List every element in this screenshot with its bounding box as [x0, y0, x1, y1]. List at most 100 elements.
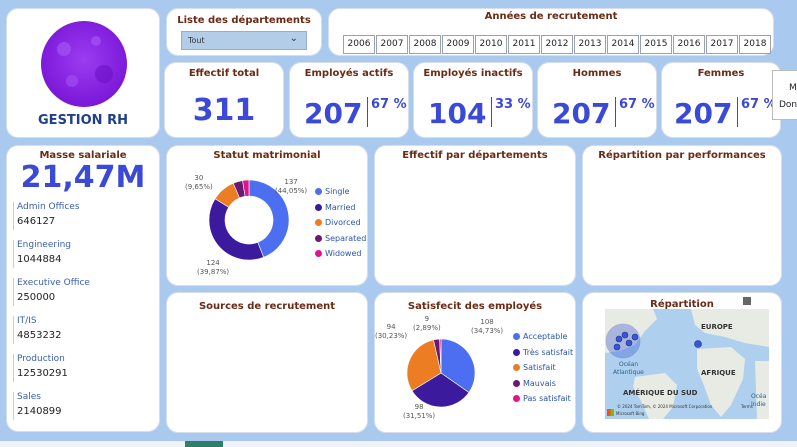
kpi-men-title: Hommes [572, 68, 622, 79]
performance-card: Répartition par performances [582, 145, 782, 286]
kpi-active-title: Employés actifs [304, 68, 394, 79]
kpi-women-title: Femmes [697, 68, 745, 79]
kpi-women-separator [737, 97, 738, 127]
dept-headcount-title: Effectif par départements [402, 150, 548, 161]
kpi-inactive-pct: 33 % [495, 97, 531, 112]
legend-item[interactable]: Divorced [315, 218, 361, 227]
bottom-tab-active[interactable] [185, 441, 223, 447]
kpi-active-pct: 67 % [371, 97, 407, 112]
pie-slice-married[interactable] [208, 198, 264, 261]
year-button-2007[interactable]: 2007 [376, 35, 408, 54]
bottom-strip [0, 441, 797, 447]
legend-dot-icon [513, 364, 520, 371]
pie-data-label-value: 137 [284, 178, 298, 186]
legend-label: Single [325, 187, 350, 196]
legend-item[interactable]: Acceptable [513, 332, 567, 341]
legend-item[interactable]: Separated [315, 234, 366, 243]
legend-label: Pas satisfait [523, 394, 571, 403]
kpi-active-value: 207 [304, 97, 363, 130]
map-label-afrique: AFRIQUE [701, 369, 736, 377]
payroll-item-value: 250000 [17, 292, 56, 303]
pie-data-label-pct: (39,87%) [197, 268, 230, 276]
map-terms-link[interactable]: Terms [741, 404, 753, 409]
payroll-item-value: 2140899 [17, 406, 62, 417]
kpi-inactive-title: Employés inactifs [423, 68, 523, 79]
legend-dot-icon [315, 250, 322, 257]
pie-data-label: 98 (31,51%) [403, 403, 435, 421]
pie-data-label-value: 9 [424, 315, 430, 323]
payroll-item-divider [13, 240, 14, 268]
legend-dot-icon [315, 203, 322, 211]
kpi-total-title: Effectif total [188, 68, 260, 79]
map-drag-handle[interactable] [743, 297, 751, 305]
year-button-2013[interactable]: 2013 [574, 35, 606, 54]
tooltip-line-1: M [789, 83, 797, 93]
legend-dot-icon [513, 333, 520, 340]
legend-item[interactable]: Satisfait [513, 363, 556, 372]
pie-data-label: 137 (44,05%) [275, 178, 307, 196]
year-button-2010[interactable]: 2010 [475, 35, 507, 54]
kpi-men-pct: 67 % [619, 97, 655, 112]
pie-data-label-value: 108 [480, 318, 494, 326]
payroll-item-divider [13, 278, 14, 306]
legend-label: Acceptable [523, 332, 568, 341]
kpi-men-separator [615, 97, 616, 127]
kpi-inactive-separator [491, 97, 492, 127]
pie-data-label: 30 (9,65%) [185, 174, 213, 192]
payroll-item-label: IT/IS [17, 316, 37, 326]
payroll-item-label: Admin Offices [17, 202, 80, 212]
kpi-women-card: Femmes 207 67 % [661, 62, 781, 138]
pie-data-label: 94 (30,23%) [375, 323, 407, 341]
kpi-inactive-card: Employés inactifs 104 33 % [413, 62, 533, 138]
legend-item[interactable]: Married [315, 203, 355, 212]
legend-item[interactable]: Single [315, 187, 350, 196]
year-button-2011[interactable]: 2011 [508, 35, 540, 54]
pie-data-label-pct: (2,89%) [413, 324, 441, 332]
map-label-amerique: AMÉRIQUE DU SUD [623, 389, 698, 397]
pie-data-label-pct: (31,51%) [403, 412, 436, 420]
legend-dot-icon [315, 234, 322, 242]
year-button-2009[interactable]: 2009 [442, 35, 474, 54]
legend-item[interactable]: Très satisfait [513, 348, 573, 357]
sources-card: Sources de recrutement [166, 292, 368, 433]
kpi-women-value: 207 [674, 97, 733, 130]
payroll-item-divider [13, 354, 14, 382]
map-area[interactable]: EUROPE Océan Atlantique AFRIQUE AMÉRIQUE… [605, 309, 769, 419]
map-bing-label: Microsoft Bing [616, 411, 645, 416]
legend-item[interactable]: Widowed [315, 249, 361, 258]
chevron-down-icon: ⌄ [289, 33, 298, 44]
pie-data-label-value: 98 [414, 403, 424, 411]
kpi-men-card: Hommes 207 67 % [537, 62, 657, 138]
pie-data-label-value: 94 [386, 323, 396, 331]
pie-data-label-pct: (34,73%) [471, 327, 504, 335]
marital-card: Statut matrimonial 137 (44,05%) 124 (39,87%… [166, 145, 368, 286]
legend-label: Divorced [325, 218, 361, 227]
legend-dot-icon [513, 348, 520, 356]
legend-label: Satisfait [523, 363, 556, 372]
legend-dot-icon [315, 188, 322, 195]
year-button-2017[interactable]: 2017 [706, 35, 738, 54]
year-button-2018[interactable]: 2018 [739, 35, 771, 54]
payroll-item-label: Engineering [17, 240, 71, 250]
year-button-2015[interactable]: 2015 [640, 35, 672, 54]
year-button-2016[interactable]: 2016 [673, 35, 705, 54]
legend-dot-icon [315, 219, 322, 226]
year-button-2014[interactable]: 2014 [607, 35, 639, 54]
legend-label: Mauvais [523, 378, 556, 388]
year-button-2008[interactable]: 2008 [409, 35, 441, 54]
payroll-item-divider [13, 316, 14, 344]
years-card: Années de recrutement 2006 2007 2008 2009 20… [328, 8, 774, 56]
kpi-total-card: Effectif total 311 [164, 62, 284, 138]
map-label-atlantique: Atlantique [613, 369, 644, 376]
departments-dropdown[interactable]: Tout ⌄ [181, 31, 307, 50]
year-button-2012[interactable]: 2012 [541, 35, 573, 54]
pie-data-label: 108 (34,73%) [471, 318, 503, 336]
map-card: Répartition EUROPE Océan Atlantique AFRI… [582, 292, 782, 433]
year-button-2006[interactable]: 2006 [343, 35, 375, 54]
payroll-item-value: 1044884 [17, 254, 62, 265]
brand-card: GESTION RH [6, 8, 160, 138]
legend-item[interactable]: Mauvais [513, 379, 556, 388]
legend-item[interactable]: Pas satisfait [513, 394, 571, 403]
legend-label: Widowed [325, 249, 362, 258]
pie-data-label-pct: (9,65%) [185, 183, 213, 191]
